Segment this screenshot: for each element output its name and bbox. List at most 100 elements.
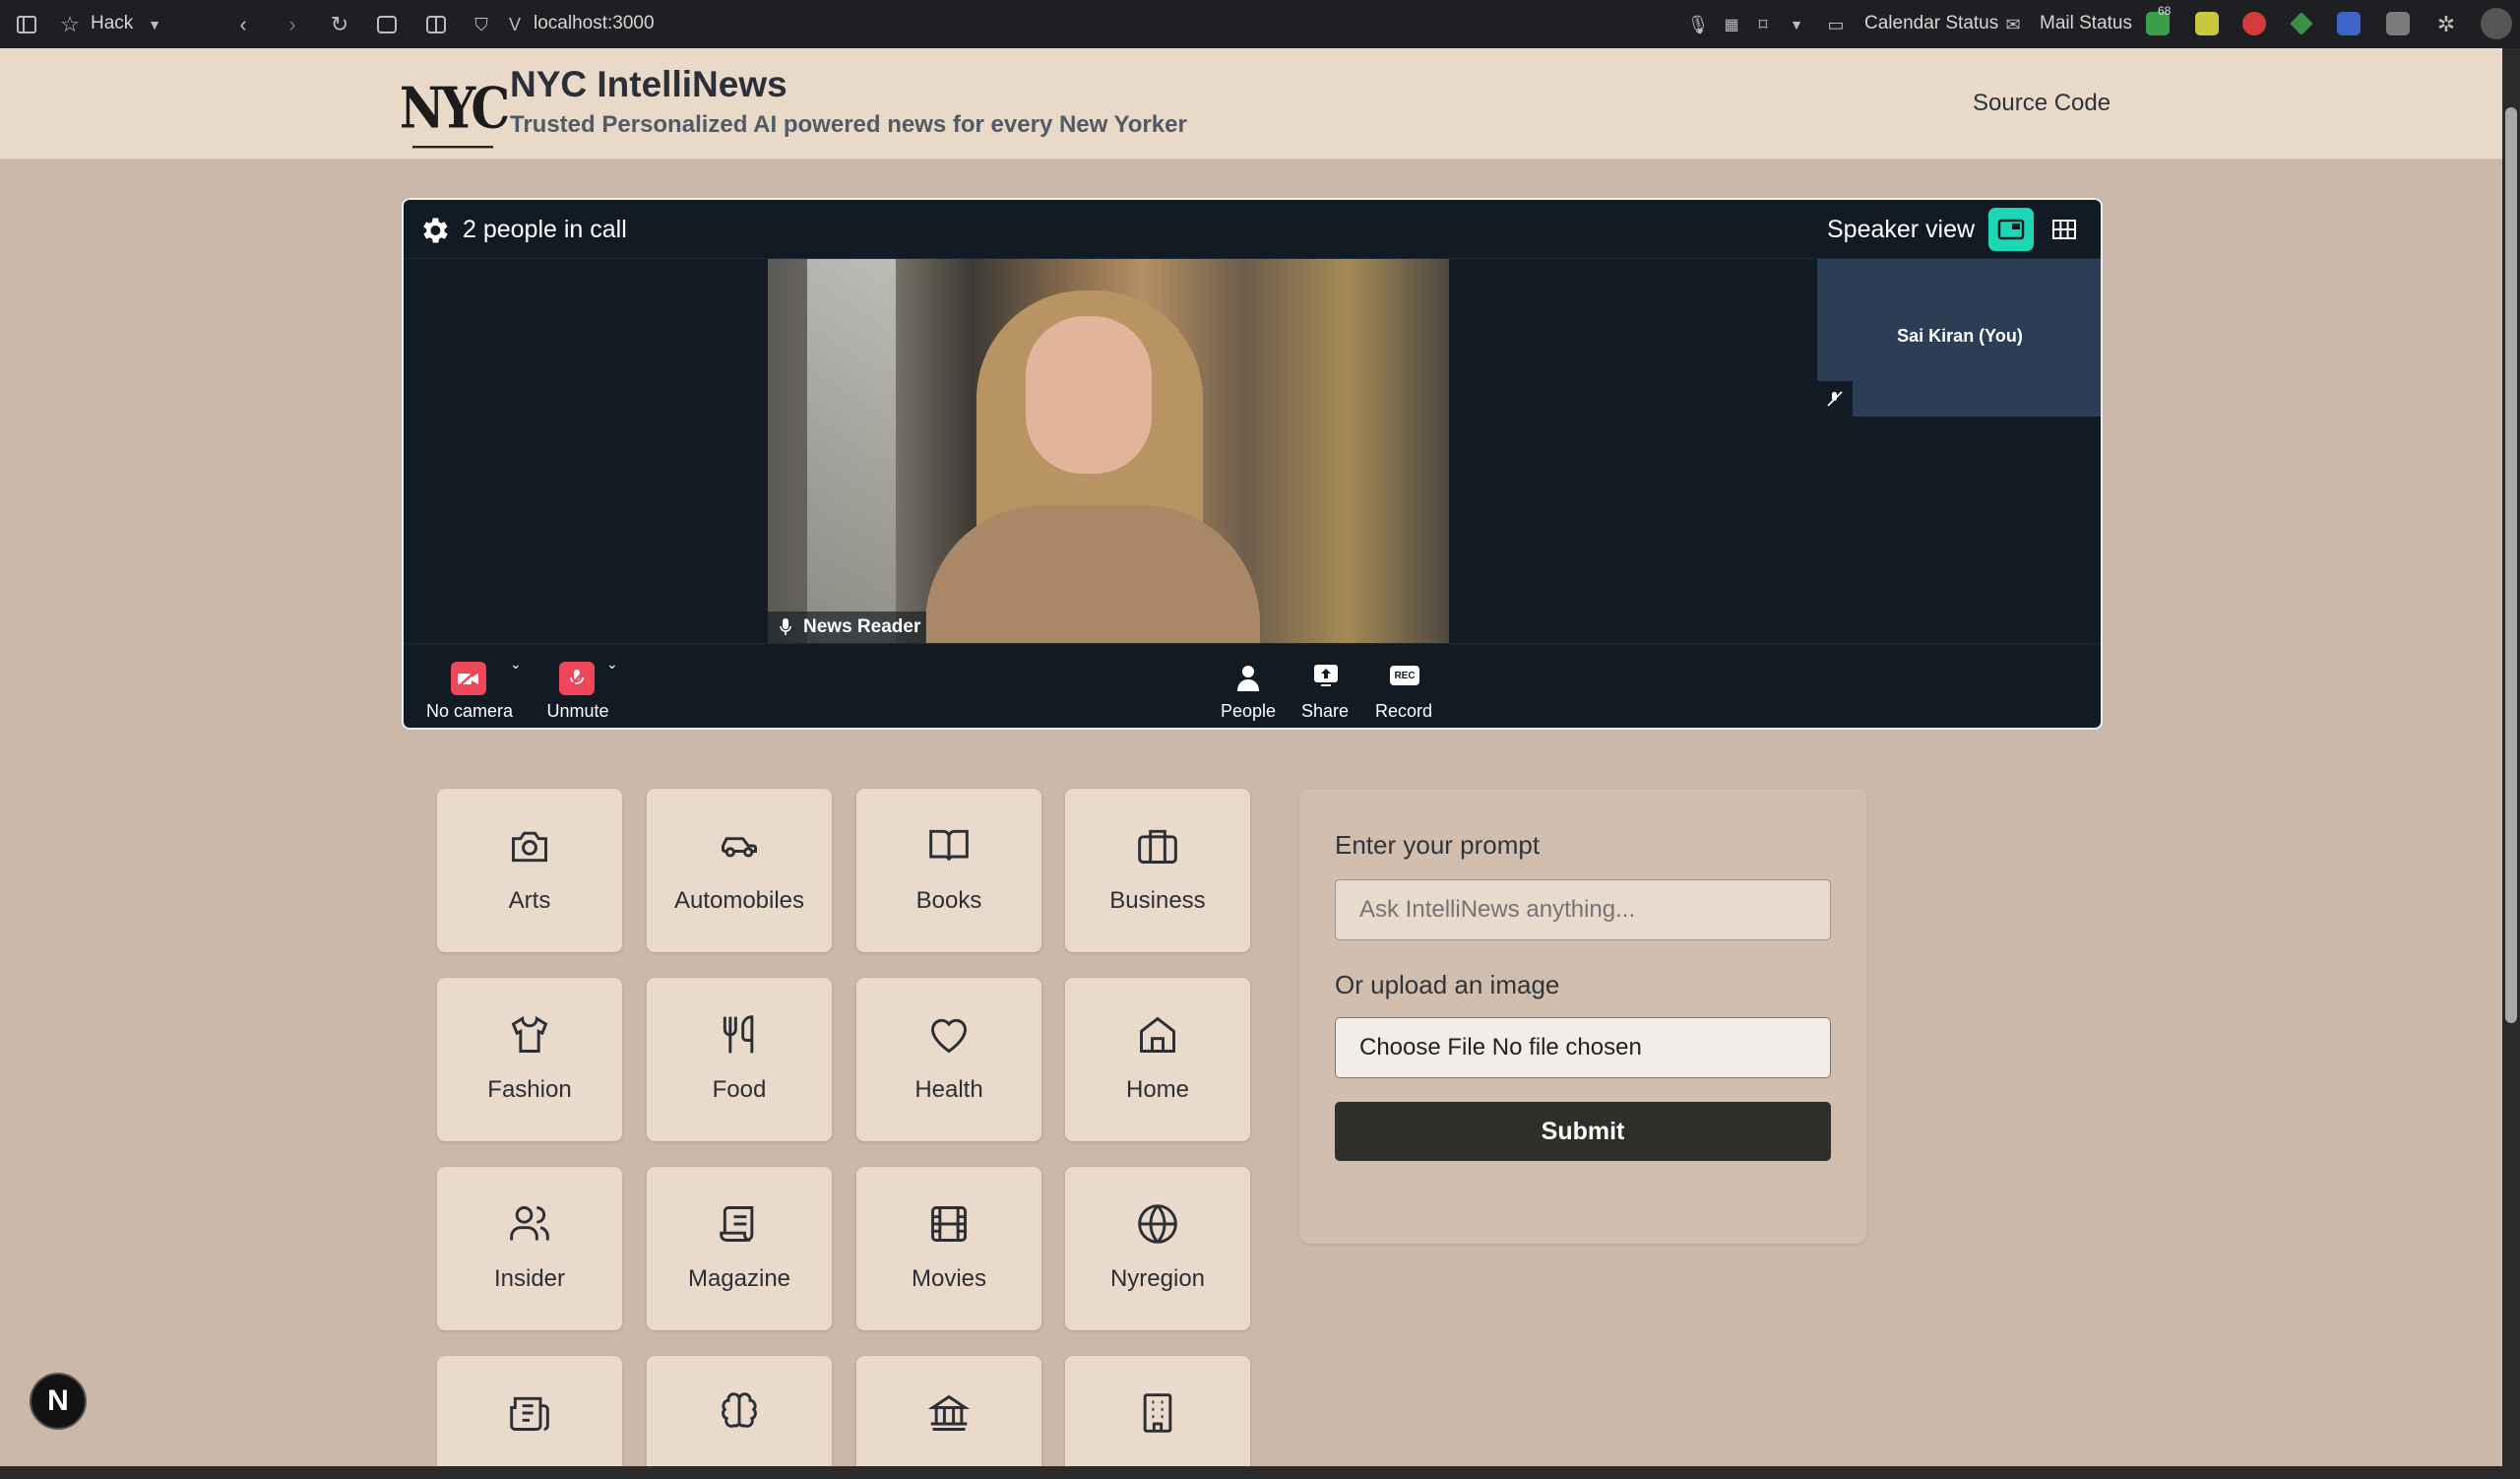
site-title: NYC IntelliNews	[510, 64, 788, 104]
main-speaker-video[interactable]: News Reader	[768, 259, 1449, 643]
extension-icon[interactable]	[2290, 12, 2313, 35]
briefcase-icon	[1138, 829, 1177, 864]
record-button[interactable]: REC Record	[1364, 652, 1443, 721]
speaker-name: News Reader	[803, 616, 921, 637]
tab-icon[interactable]	[374, 12, 400, 37]
self-video-tile[interactable]: Sai Kiran (You)	[1817, 259, 2101, 417]
extension-icon[interactable]	[2242, 12, 2266, 35]
forward-icon[interactable]: ›	[280, 12, 305, 37]
utensils-icon	[723, 1015, 754, 1054]
video-call-frame: 2 people in call Speaker view News Reade…	[402, 198, 2103, 730]
speaker-view-icon	[1997, 219, 2025, 240]
extension-badge: 68	[2158, 4, 2172, 18]
split-view-icon[interactable]	[423, 12, 449, 37]
share-button[interactable]: Share	[1286, 652, 1364, 721]
mic-icon	[780, 618, 791, 635]
shield-icon[interactable]: ⛉	[469, 12, 494, 37]
category-label: Automobiles	[673, 887, 805, 914]
category-home[interactable]: Home	[1065, 978, 1250, 1141]
speaker-view-button[interactable]	[1988, 208, 2034, 251]
category-card[interactable]	[647, 1356, 832, 1466]
bookmark-icon[interactable]: ⌑	[1750, 12, 1776, 37]
landmark-icon	[927, 1394, 971, 1431]
puzzle-icon[interactable]: ✲	[2433, 12, 2459, 37]
record-label: Record	[1374, 701, 1433, 721]
mail-icon[interactable]: ✉	[2000, 12, 2026, 37]
category-magazine[interactable]: Magazine	[647, 1167, 832, 1330]
choose-file-button[interactable]: Choose File	[1359, 1034, 1485, 1061]
category-business[interactable]: Business	[1065, 789, 1250, 952]
camera-icon	[512, 831, 547, 863]
submit-button[interactable]: Submit	[1335, 1102, 1831, 1161]
extension-icon[interactable]	[2195, 12, 2219, 35]
category-label: Health	[914, 1076, 983, 1103]
category-label: Business	[1109, 887, 1206, 914]
category-label: Books	[915, 887, 982, 914]
grid-view-icon	[2052, 220, 2076, 239]
camera-toggle-button[interactable]: No camera	[415, 652, 524, 721]
horizontal-scrollbar[interactable]	[0, 1466, 2520, 1479]
mic-label: Unmute	[546, 701, 609, 721]
camera-off-icon	[451, 662, 486, 695]
category-fashion[interactable]: Fashion	[437, 978, 622, 1141]
grid-view-button[interactable]	[2042, 208, 2087, 251]
sidebar-toggle-icon[interactable]	[14, 12, 39, 37]
users-icon	[510, 1206, 549, 1241]
star-icon[interactable]: ☆	[57, 12, 83, 37]
category-nyregion[interactable]: Nyregion	[1065, 1167, 1250, 1330]
category-books[interactable]: Books	[856, 789, 1041, 952]
vertical-scrollbar[interactable]	[2502, 48, 2520, 1466]
category-automobiles[interactable]: Automobiles	[647, 789, 832, 952]
v-logo-icon: V	[508, 14, 521, 34]
building-icon	[1143, 1393, 1172, 1433]
car-icon	[722, 837, 757, 858]
mic-off-icon	[559, 662, 595, 695]
muted-mic-icon	[1817, 381, 1853, 417]
mail-status[interactable]: Mail Status	[2040, 13, 2132, 34]
scroll-icon	[720, 1206, 754, 1242]
url-field[interactable]: localhost:3000	[534, 13, 655, 34]
camera-options-chevron-icon[interactable]: ⌄	[510, 656, 522, 673]
nextjs-dev-badge[interactable]: N	[30, 1373, 87, 1430]
chevron-down-icon[interactable]: ▼	[142, 12, 167, 37]
category-insider[interactable]: Insider	[437, 1167, 622, 1330]
participant-count: 2 people in call	[463, 216, 627, 243]
category-arts[interactable]: Arts	[437, 789, 622, 952]
prompt-panel: Enter your prompt Or upload an image Cho…	[1299, 789, 1866, 1244]
qr-icon[interactable]: ▦	[1719, 12, 1744, 37]
house-icon	[1140, 1016, 1175, 1053]
category-health[interactable]: Health	[856, 978, 1041, 1141]
calendar-icon[interactable]: ▭	[1823, 12, 1849, 37]
page: NYC NYC IntelliNews Trusted Personalized…	[0, 48, 2502, 1466]
category-label: Food	[712, 1076, 767, 1103]
extension-icon[interactable]	[2337, 12, 2361, 35]
source-code-link[interactable]: Source Code	[1973, 90, 2110, 117]
category-label: Fashion	[487, 1076, 572, 1103]
mic-icon[interactable]: 🎙	[1685, 12, 1711, 37]
reload-icon[interactable]: ↻	[327, 12, 352, 37]
chevron-down-icon[interactable]: ▼	[1784, 12, 1809, 37]
profile-name[interactable]: Hack	[91, 13, 133, 34]
back-icon[interactable]: ‹	[230, 12, 256, 37]
mic-options-chevron-icon[interactable]: ⌄	[606, 656, 618, 673]
video-person-body	[925, 505, 1260, 643]
category-card[interactable]	[856, 1356, 1041, 1466]
nyc-logo[interactable]: NYC	[400, 62, 510, 153]
category-label: Home	[1125, 1076, 1190, 1103]
extension-icon[interactable]	[2386, 12, 2410, 35]
gear-icon[interactable]	[417, 214, 451, 247]
people-button[interactable]: People	[1209, 652, 1288, 721]
category-card[interactable]	[437, 1356, 622, 1466]
upload-label: Or upload an image	[1335, 970, 1560, 999]
calendar-status[interactable]: Calendar Status	[1864, 13, 1998, 34]
category-movies[interactable]: Movies	[856, 1167, 1041, 1330]
category-food[interactable]: Food	[647, 978, 832, 1141]
avatar[interactable]	[2481, 8, 2512, 39]
category-label: Arts	[508, 887, 551, 914]
prompt-input[interactable]	[1335, 879, 1831, 940]
file-upload-input[interactable]: Choose File No file chosen	[1335, 1017, 1831, 1078]
scrollbar-thumb[interactable]	[2505, 107, 2517, 1023]
prompt-label: Enter your prompt	[1335, 830, 1541, 860]
rec-icon: REC	[1390, 666, 1419, 685]
category-card[interactable]	[1065, 1356, 1250, 1466]
